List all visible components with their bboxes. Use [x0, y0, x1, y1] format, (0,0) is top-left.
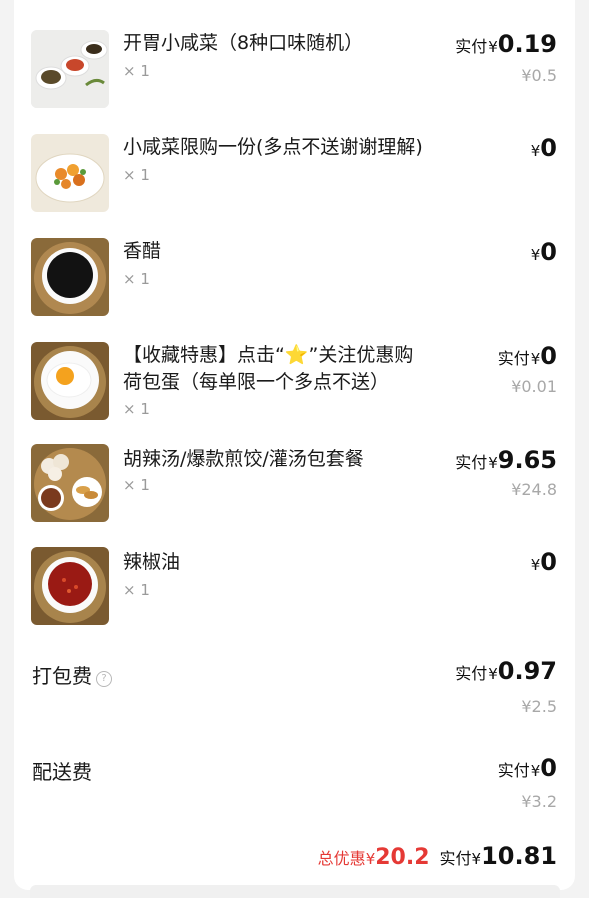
paid-label: 实付	[497, 349, 530, 368]
packing-fee-price: 实付¥0.97	[455, 657, 557, 685]
item-name: 辣椒油	[123, 551, 181, 573]
item-name-line2: 荷包蛋（每单限一个多点不送）	[123, 371, 390, 393]
currency-symbol: ¥	[530, 246, 541, 264]
price-amount: 0	[540, 754, 557, 782]
total-discount-label: 总优惠	[317, 849, 366, 868]
item-quantity: × 1	[123, 581, 150, 599]
total-paid-label: 实付	[439, 849, 472, 868]
item-quantity: × 1	[123, 476, 150, 494]
item-price: ¥0	[530, 238, 557, 266]
currency-symbol: ¥	[488, 38, 498, 56]
total-discount-amount: 20.2	[375, 845, 430, 870]
packing-fee-original: ¥2.5	[521, 697, 557, 716]
original-price: ¥0.5	[521, 66, 557, 85]
total-currency: ¥	[471, 850, 482, 868]
item-price: 实付¥9.65	[455, 446, 557, 474]
item-name: 香醋	[123, 240, 162, 262]
item-name: 【收藏特惠】点击“⭐”关注优惠购	[123, 344, 414, 366]
packing-fee-label: 打包费?	[32, 660, 112, 689]
item-name: 胡辣汤/爆款煎饺/灌汤包套餐	[123, 448, 364, 470]
order-total-row: 总优惠¥20.2 实付¥10.81	[318, 842, 557, 870]
currency-symbol: ¥	[488, 454, 498, 472]
price-amount: 9.65	[497, 446, 557, 474]
item-quantity: × 1	[123, 166, 150, 184]
list-item[interactable]: 胡辣汤/爆款煎饺/灌汤包套餐 × 1 实付¥9.65 ¥24.8	[0, 444, 589, 534]
total-paid-amount: 10.81	[481, 842, 557, 870]
currency-symbol: ¥	[488, 665, 498, 683]
delivery-fee-original: ¥3.2	[521, 792, 557, 811]
currency-symbol: ¥	[530, 556, 541, 574]
paid-label: 实付	[455, 37, 488, 56]
vinegar-bowl-image	[31, 238, 109, 316]
original-price: ¥0.01	[511, 377, 557, 396]
pickles-dishes-image	[31, 30, 109, 108]
currency-symbol: ¥	[530, 762, 541, 780]
paid-label: 实付	[455, 453, 488, 472]
item-price: 实付¥0	[498, 342, 557, 370]
price-amount: 0	[540, 238, 557, 266]
info-icon[interactable]: ?	[96, 671, 112, 687]
price-amount: 0.97	[497, 657, 557, 685]
bottom-bar	[30, 885, 560, 898]
item-quantity: × 1	[123, 400, 150, 418]
list-item[interactable]: 【收藏特惠】点击“⭐”关注优惠购 荷包蛋（每单限一个多点不送） × 1 实付¥0…	[0, 340, 589, 430]
price-amount: 0	[540, 342, 557, 370]
delivery-fee-price: 实付¥0	[498, 754, 557, 782]
discount-currency: ¥	[365, 850, 376, 868]
pickle-plate-image	[31, 134, 109, 212]
paid-label: 实付	[497, 761, 530, 780]
chili-oil-image	[31, 547, 109, 625]
item-name: 开胃小咸菜（8种口味随机）	[123, 32, 364, 54]
paid-label: 实付	[455, 664, 488, 683]
list-item[interactable]: 辣椒油 × 1 ¥0	[0, 547, 589, 637]
fried-egg-image	[31, 342, 109, 420]
item-name: 小咸菜限购一份(多点不送谢谢理解)	[123, 136, 423, 158]
delivery-fee-label: 配送费	[32, 760, 92, 784]
price-amount: 0	[540, 134, 557, 162]
item-price: ¥0	[530, 548, 557, 576]
item-price: 实付¥0.19	[455, 30, 557, 58]
packing-fee-text: 打包费	[32, 664, 92, 688]
item-price: ¥0	[530, 134, 557, 162]
currency-symbol: ¥	[530, 350, 541, 368]
currency-symbol: ¥	[530, 142, 541, 160]
item-quantity: × 1	[123, 62, 150, 80]
original-price: ¥24.8	[511, 480, 557, 499]
list-item[interactable]: 开胃小咸菜（8种口味随机） × 1 实付¥0.19 ¥0.5	[0, 28, 589, 118]
price-amount: 0.19	[497, 30, 557, 58]
price-amount: 0	[540, 548, 557, 576]
combo-set-image	[31, 444, 109, 522]
item-quantity: × 1	[123, 270, 150, 288]
list-item[interactable]: 小咸菜限购一份(多点不送谢谢理解) × 1 ¥0	[0, 132, 589, 222]
list-item[interactable]: 香醋 × 1 ¥0	[0, 236, 589, 326]
